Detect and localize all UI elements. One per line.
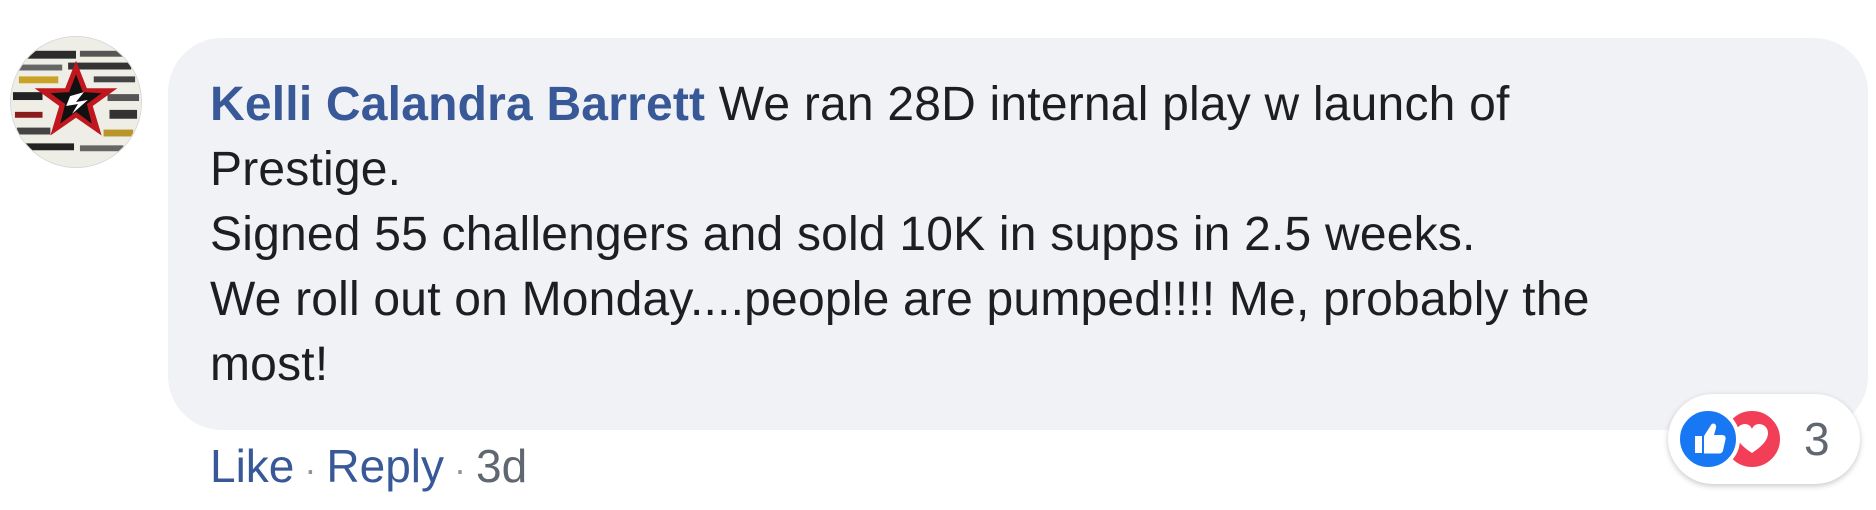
reaction-count: 3 xyxy=(1804,413,1830,465)
like-icon xyxy=(1676,407,1740,471)
comment-text-segment: We ran 28D internal play w launch of xyxy=(705,78,1510,131)
comment-bubble: Kelli Calandra Barrett We ran 28D intern… xyxy=(168,38,1868,430)
timestamp[interactable]: 3d xyxy=(476,440,527,492)
comment-line-3: Signed 55 challengers and sold 10K in su… xyxy=(210,208,1476,261)
avatar[interactable] xyxy=(10,36,142,168)
comment-line-1: Kelli Calandra Barrett We ran 28D intern… xyxy=(210,72,1820,137)
separator-dot: · xyxy=(454,448,466,490)
comment: Kelli Calandra Barrett We ran 28D intern… xyxy=(0,0,1876,510)
separator-dot: · xyxy=(304,448,317,490)
comment-line-2: Prestige. xyxy=(210,143,402,196)
avatar-image xyxy=(11,37,141,167)
comment-line-5: most! xyxy=(210,338,329,391)
reply-link[interactable]: Reply xyxy=(326,440,444,492)
reactions-summary[interactable]: 3 xyxy=(1668,394,1860,484)
author-name[interactable]: Kelli Calandra Barrett xyxy=(210,78,705,131)
comment-actions: Like · Reply · 3d xyxy=(210,436,527,500)
comment-text: Kelli Calandra Barrett We ran 28D intern… xyxy=(210,72,1820,397)
comment-line-4: We roll out on Monday....people are pump… xyxy=(210,273,1590,326)
like-link[interactable]: Like xyxy=(210,440,294,492)
